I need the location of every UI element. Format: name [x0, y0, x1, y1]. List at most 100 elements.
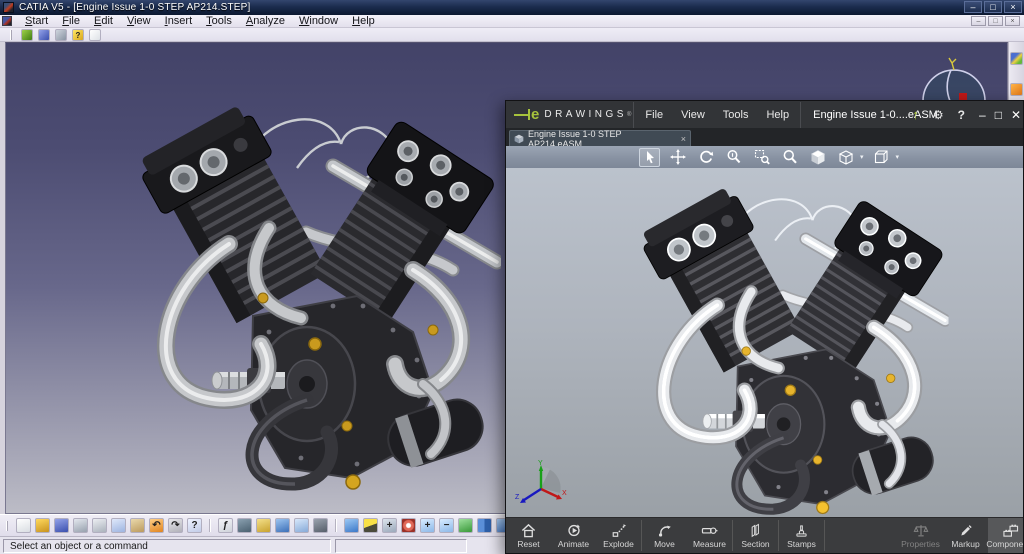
catia-app-icon [3, 2, 14, 13]
workbench-current-icon[interactable] [1010, 52, 1023, 65]
zoom-area-tool[interactable] [751, 148, 772, 167]
ed-menu-view[interactable]: View [672, 102, 714, 128]
animate-button[interactable]: Animate [551, 518, 596, 553]
select-tool[interactable] [639, 148, 660, 167]
compass-snap-icon[interactable] [363, 518, 378, 533]
stamps-button[interactable]: Stamps [779, 518, 824, 553]
ed-maximize-button[interactable]: □ [995, 108, 1002, 122]
help-icon[interactable]: ? [958, 108, 965, 122]
pan-icon[interactable]: + [382, 518, 397, 533]
menu-start[interactable]: Start [18, 15, 55, 27]
new-document-icon[interactable] [16, 518, 31, 533]
menu-window[interactable]: Window [292, 15, 345, 27]
ed-menu-help[interactable]: Help [757, 102, 798, 128]
toolbar-grip[interactable] [10, 30, 12, 40]
normal-view-icon[interactable] [458, 518, 473, 533]
copy-icon[interactable] [111, 518, 126, 533]
select-pointer-icon[interactable] [1010, 83, 1023, 96]
open-folder-icon[interactable] [35, 518, 50, 533]
catalog-icon[interactable] [313, 518, 328, 533]
knowledge-key-icon[interactable] [256, 518, 271, 533]
mdi-minimize-button[interactable]: – [971, 16, 986, 26]
toolbar-grip[interactable] [6, 521, 8, 531]
orientation-triad: Y X Z [514, 459, 568, 513]
zoom-tool[interactable] [779, 148, 800, 167]
redo-icon[interactable]: ↷ [168, 518, 183, 533]
minimize-button[interactable]: – [964, 1, 982, 13]
zoom-previous-tool[interactable] [723, 148, 744, 167]
reset-button[interactable]: Reset [506, 518, 551, 553]
rotate-tool[interactable] [695, 148, 716, 167]
catia-document-icon [2, 16, 12, 26]
toolbar-separator [335, 519, 337, 532]
menu-view[interactable]: View [120, 15, 158, 27]
move-button[interactable]: Move [642, 518, 687, 553]
restore-button[interactable]: □ [984, 1, 1002, 13]
drawing-views-tool[interactable] [871, 148, 892, 167]
design-table-icon[interactable] [275, 518, 290, 533]
shaded-view-tool[interactable] [807, 148, 828, 167]
multi-viewports-icon[interactable] [477, 518, 492, 533]
cut-icon[interactable] [92, 518, 107, 533]
status-field [335, 539, 467, 553]
catia-title-bar: CATIA V5 - [Engine Issue 1-0 STEP AP214.… [0, 0, 1024, 15]
undo-icon[interactable]: ↶ [149, 518, 164, 533]
menu-help[interactable]: Help [345, 15, 382, 27]
section-button[interactable]: Section [733, 518, 778, 553]
ed-menu-file[interactable]: File [636, 102, 672, 128]
zoom-out-icon[interactable]: − [439, 518, 454, 533]
desktop: CATIA V5 - [Engine Issue 1-0 STEP AP214.… [0, 0, 1024, 554]
status-message: Select an object or a command [3, 539, 331, 553]
ed-document-tab[interactable]: Engine Issue 1-0 STEP AP214.eASM × [509, 130, 691, 146]
ed-tab-close-icon[interactable]: × [681, 134, 686, 144]
product-structure-icon[interactable] [294, 518, 309, 533]
svg-text:Z: Z [515, 494, 520, 501]
engine-model-edrawings [606, 176, 951, 516]
drawing-views-dropdown-icon[interactable]: ▾ [896, 153, 900, 161]
assembly-cube-icon [514, 134, 524, 144]
edrawings-window: e DRAWINGS ® File View Tools Help Engine… [505, 100, 1024, 554]
svg-text:Y: Y [538, 460, 543, 467]
explode-button[interactable]: Explode [596, 518, 641, 553]
ed-bottom-toolbar: Reset Animate Explode Move Measure [506, 517, 1023, 553]
formula-icon[interactable]: ƒ [218, 518, 233, 533]
workbench-link-icon[interactable] [21, 29, 33, 41]
new-document-icon[interactable] [89, 29, 101, 41]
edrawings-title-bar: e DRAWINGS ® File View Tools Help Engine… [506, 101, 1023, 128]
paste-icon[interactable] [130, 518, 145, 533]
publish-icon[interactable]: ↑ [912, 107, 919, 122]
mdi-close-button[interactable]: × [1005, 16, 1020, 26]
engine-model-catia [101, 91, 501, 493]
ed-3d-viewport[interactable]: Y X Z [506, 168, 1023, 519]
components-button[interactable]: Components [988, 518, 1024, 553]
pan-tool[interactable] [667, 148, 688, 167]
help-icon[interactable]: ? [72, 29, 84, 41]
ed-menu-tools[interactable]: Tools [714, 102, 758, 128]
zoom-in-icon[interactable]: + [420, 518, 435, 533]
ed-minimize-button[interactable]: – [979, 108, 986, 122]
save-icon[interactable] [54, 518, 69, 533]
print-manager-icon[interactable] [55, 29, 67, 41]
fly-mode-icon[interactable] [344, 518, 359, 533]
svg-text:X: X [562, 490, 567, 497]
rotate-icon[interactable] [401, 518, 416, 533]
gear-icon[interactable]: ⚙ [933, 108, 944, 122]
menu-edit[interactable]: Edit [87, 15, 120, 27]
ed-close-button[interactable]: ✕ [1011, 108, 1021, 122]
measure-button[interactable]: Measure [687, 518, 732, 553]
mdi-restore-button[interactable]: □ [988, 16, 1003, 26]
menu-tools[interactable]: Tools [199, 15, 239, 27]
menu-analyze[interactable]: Analyze [239, 15, 292, 27]
ed-tab-bar: Engine Issue 1-0 STEP AP214.eASM × [506, 128, 1023, 146]
catia-compass[interactable] [917, 51, 987, 101]
menu-insert[interactable]: Insert [158, 15, 200, 27]
save-icon[interactable] [38, 29, 50, 41]
whats-this-help-icon[interactable]: ? [187, 518, 202, 533]
view-orientation-dropdown-icon[interactable]: ▾ [860, 153, 864, 161]
search-binoculars-icon[interactable] [237, 518, 252, 533]
print-icon[interactable] [73, 518, 88, 533]
close-button[interactable]: × [1004, 1, 1022, 13]
markup-button[interactable]: Markup [943, 518, 988, 553]
menu-file[interactable]: File [55, 15, 87, 27]
view-orientation-tool[interactable] [835, 148, 856, 167]
